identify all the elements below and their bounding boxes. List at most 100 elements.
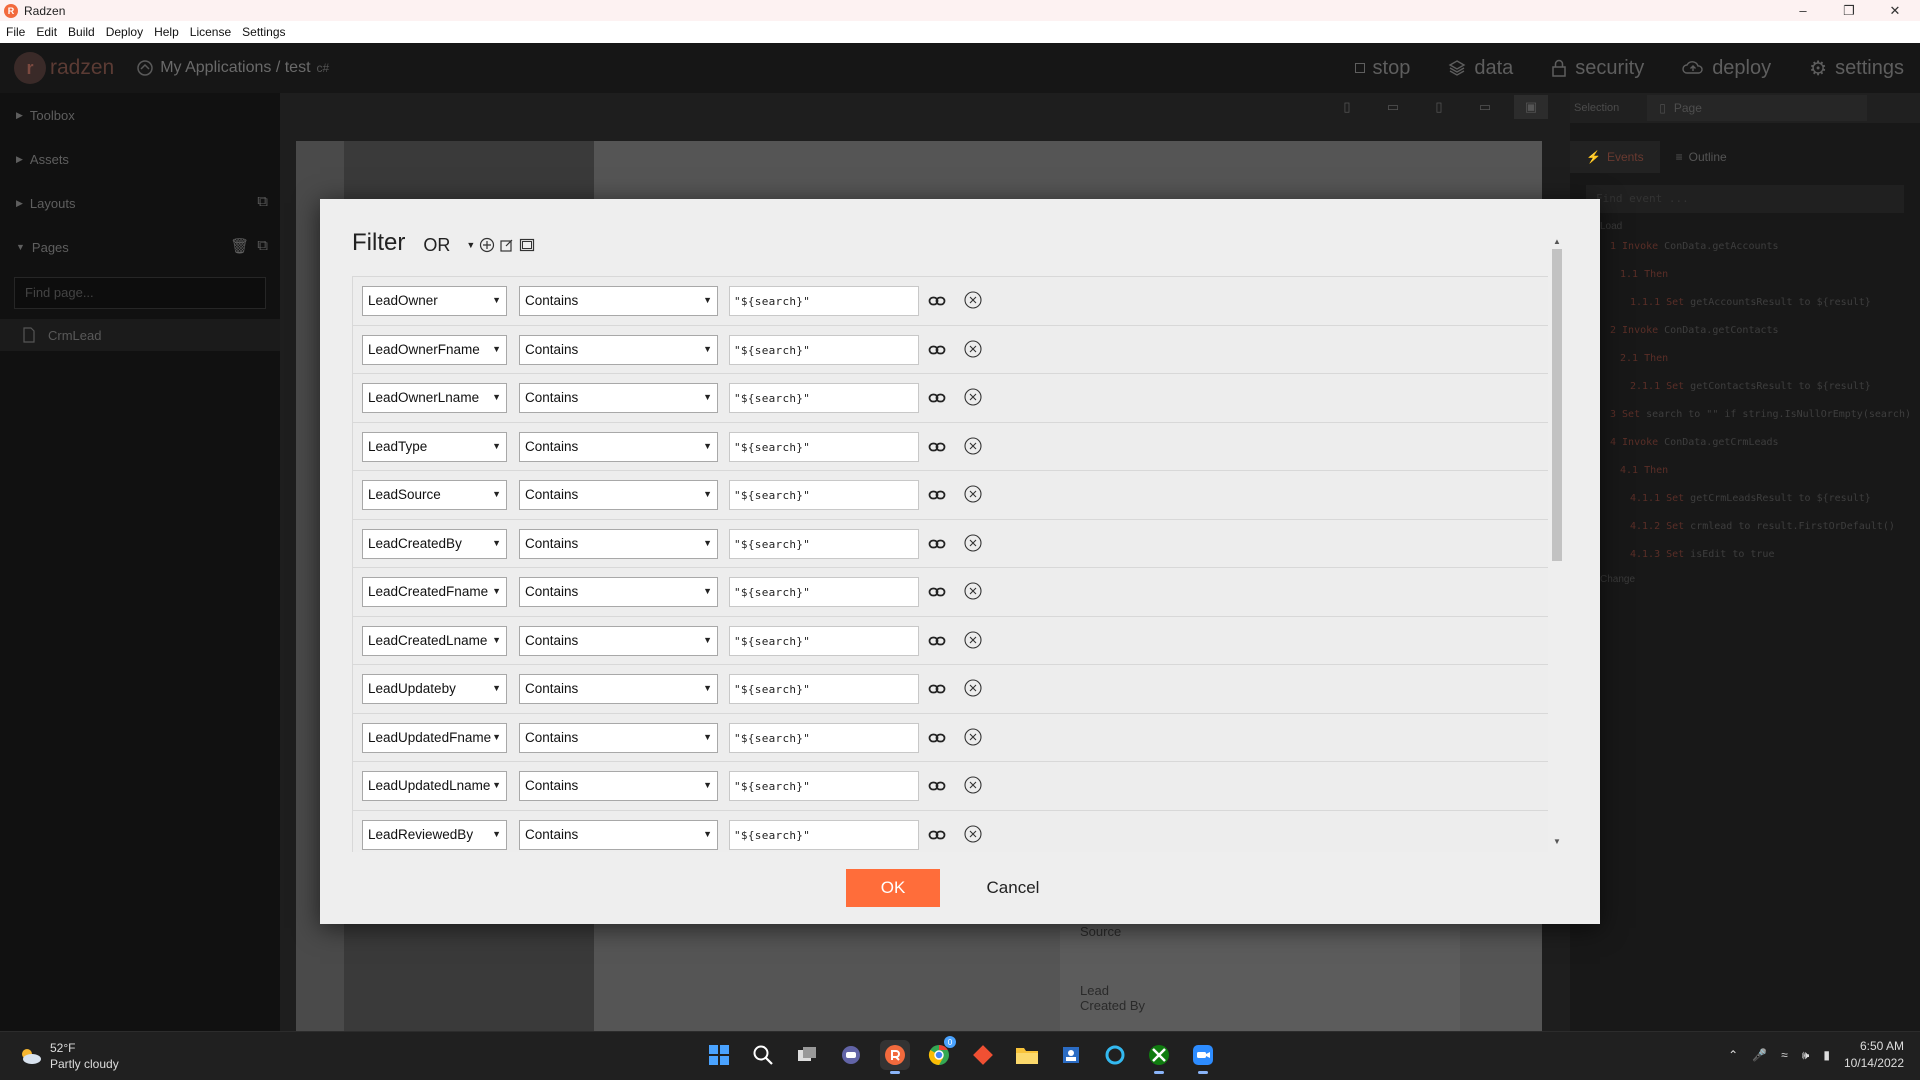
remove-condition-icon[interactable] [963,290,983,310]
filter-value-input[interactable]: "${search}" [729,674,919,704]
caret-down-icon: ▼ [703,683,712,693]
file-explorer-icon[interactable] [1012,1040,1042,1070]
chevron-up-icon[interactable]: ⌃ [1728,1048,1738,1062]
logical-operator-select[interactable]: OR [423,235,450,256]
link-icon[interactable] [928,730,946,746]
filter-value-input[interactable]: "${search}" [729,722,919,753]
remove-condition-icon[interactable] [963,775,983,795]
field-select[interactable]: LeadReviewedBy ▼ [362,819,507,850]
remove-condition-icon[interactable] [963,824,983,844]
field-select[interactable]: LeadOwner ▼ [362,286,507,316]
operator-select[interactable]: Contains ▼ [519,431,718,462]
link-icon[interactable] [928,584,946,600]
operator-select[interactable]: Contains ▼ [519,334,718,365]
cancel-button[interactable]: Cancel [966,869,1060,907]
battery-icon[interactable]: ▮ [1823,1048,1830,1062]
remove-condition-icon[interactable] [963,387,983,407]
link-icon[interactable] [928,827,946,843]
operator-select[interactable]: Contains ▼ [519,528,718,559]
ok-button[interactable]: OK [846,869,940,907]
operator-select[interactable]: Contains ▼ [519,819,718,850]
field-select[interactable]: LeadCreatedBy ▼ [362,528,507,559]
add-group-icon[interactable] [519,237,535,253]
operator-select[interactable]: Contains ▼ [519,771,718,801]
link-icon[interactable] [928,390,946,406]
scrollbar-thumb[interactable] [1552,249,1562,561]
people-icon[interactable] [1056,1040,1086,1070]
wifi-icon[interactable]: ≈ [1781,1048,1788,1062]
remove-condition-icon[interactable] [963,484,983,504]
filter-value-input[interactable]: "${search}" [729,819,919,850]
add-condition-icon[interactable] [479,237,495,253]
operator-select-value: Contains [525,729,579,745]
caret-down-icon: ▼ [492,731,501,742]
filter-scrollbar[interactable]: ▲ ▼ [1550,237,1564,852]
remove-condition-icon[interactable] [963,436,983,456]
xbox-icon[interactable] [1144,1040,1174,1074]
operator-select[interactable]: Contains ▼ [519,722,718,753]
link-icon[interactable] [928,681,946,697]
remove-condition-icon[interactable] [963,581,983,601]
taskbar-apps: 0 [704,1036,1218,1074]
weather-widget[interactable]: 52°F Partly cloudy [18,1040,119,1072]
edit-icon[interactable] [499,237,515,253]
scroll-up-icon[interactable]: ▲ [1553,237,1561,246]
chrome-icon[interactable]: 0 [924,1036,956,1070]
filter-value-input[interactable]: "${search}" [729,383,919,413]
field-select[interactable]: LeadOwnerFname ▼ [362,334,507,365]
microphone-icon[interactable]: 🎤 [1752,1048,1767,1062]
remove-condition-icon[interactable] [963,678,983,698]
filter-value-input[interactable]: "${search}" [729,577,919,607]
caret-down-icon: ▼ [492,780,501,790]
remove-condition-icon[interactable] [963,533,983,553]
link-icon[interactable] [928,536,946,552]
zoom-icon[interactable] [1188,1040,1218,1074]
windows-start-icon[interactable] [704,1040,734,1070]
remove-condition-icon[interactable] [963,727,983,747]
field-select[interactable]: LeadUpdatedFname ▼ [362,722,507,753]
remove-condition-icon[interactable] [963,630,983,650]
link-icon[interactable] [928,293,946,309]
task-view-icon[interactable] [792,1040,822,1070]
field-select[interactable]: LeadCreatedLname ▼ [362,625,507,656]
field-select[interactable]: LeadCreatedFname ▼ [362,577,507,607]
search-icon[interactable] [748,1040,778,1070]
remove-condition-icon[interactable] [963,339,983,359]
field-select[interactable]: LeadOwnerLname ▼ [362,383,507,413]
filter-value-input[interactable]: "${search}" [729,480,919,510]
scroll-down-icon[interactable]: ▼ [1553,837,1561,846]
filter-value-input[interactable]: "${search}" [729,286,919,316]
volume-icon[interactable]: 🕪 [1802,1048,1810,1063]
teams-chat-icon[interactable] [836,1040,866,1070]
field-select[interactable]: LeadUpdatedLname ▼ [362,771,507,801]
operator-select[interactable]: Contains ▼ [519,577,718,607]
field-select[interactable]: LeadUpdateby ▼ [362,674,507,704]
filter-value-input[interactable]: "${search}" [729,625,919,656]
cortana-icon[interactable] [1100,1040,1130,1070]
link-icon[interactable] [928,487,946,503]
field-select[interactable]: LeadSource ▼ [362,480,507,510]
link-icon[interactable] [928,633,946,649]
link-icon[interactable] [928,439,946,455]
field-select-value: LeadCreatedBy [368,535,462,551]
filter-value-input[interactable]: "${search}" [729,528,919,559]
operator-select[interactable]: Contains ▼ [519,480,718,510]
operator-select[interactable]: Contains ▼ [519,286,718,316]
clock[interactable]: 6:50 AM 10/14/2022 [1844,1038,1904,1072]
link-icon[interactable] [928,342,946,358]
filter-value-input[interactable]: "${search}" [729,334,919,365]
operator-select[interactable]: Contains ▼ [519,625,718,656]
git-icon[interactable] [968,1040,998,1070]
filter-value-input[interactable]: "${search}" [729,771,919,801]
caret-down-icon[interactable]: ▼ [466,240,475,250]
radzen-app-icon[interactable] [880,1040,910,1074]
filter-value-input[interactable]: "${search}" [729,431,919,462]
operator-select[interactable]: Contains ▼ [519,674,718,704]
operator-select-value: Contains [525,826,579,842]
link-icon[interactable] [928,778,946,794]
weather-temp: 52°F [50,1041,76,1055]
operator-select-value: Contains [525,487,579,502]
operator-select[interactable]: Contains ▼ [519,383,718,413]
operator-select-value: Contains [525,584,579,599]
field-select[interactable]: LeadType ▼ [362,431,507,462]
